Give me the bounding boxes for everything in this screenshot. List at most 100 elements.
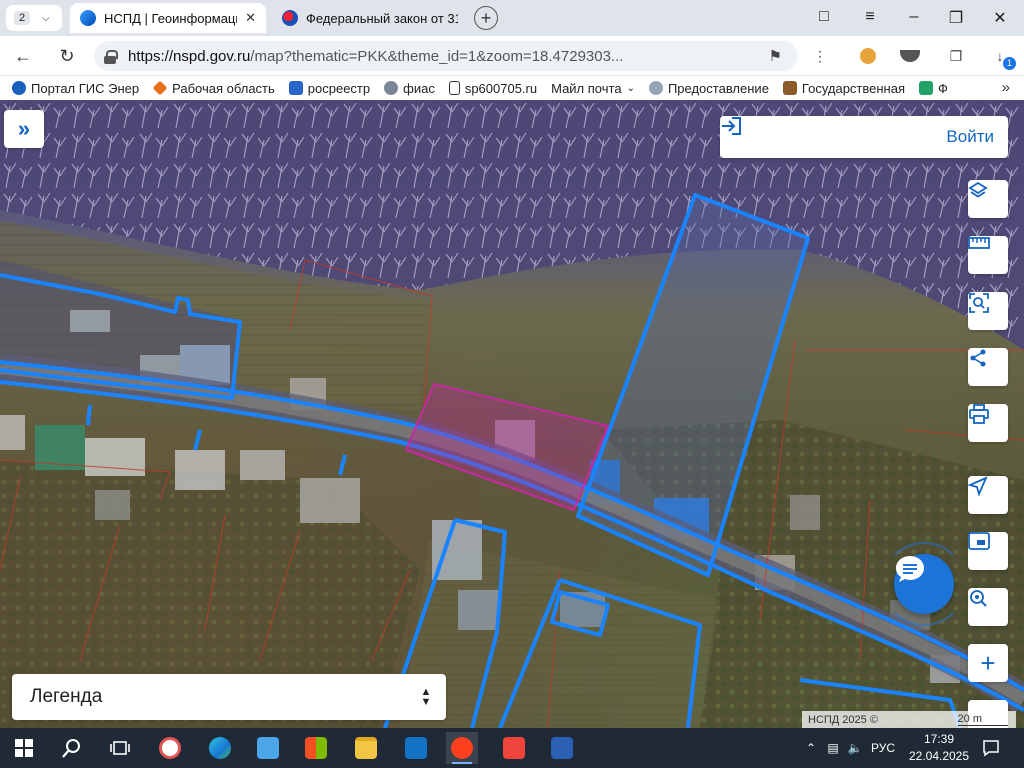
nspd-favicon-icon xyxy=(80,10,96,26)
bookmark-workspace[interactable]: Рабочая область xyxy=(153,81,275,96)
bookmark-mail-folder[interactable]: Майл почта ⌄ xyxy=(551,81,635,96)
ruler-button[interactable] xyxy=(968,236,1008,274)
bookmark-gosuslugi[interactable]: Предоставление xyxy=(648,81,769,96)
bookmark-f[interactable]: Ф xyxy=(919,81,948,96)
start-button[interactable] xyxy=(8,732,40,764)
tab-switcher-button[interactable]: 2 ⌵ xyxy=(6,5,62,31)
login-label: Войти xyxy=(946,127,994,146)
double-chevron-right-icon: » xyxy=(17,116,31,141)
building-icon xyxy=(782,81,797,95)
search-location-button[interactable] xyxy=(968,588,1008,626)
close-tab-icon[interactable]: ✕ xyxy=(245,10,256,26)
store-app[interactable] xyxy=(300,732,332,764)
fias-icon xyxy=(384,81,399,95)
notifications-button[interactable] xyxy=(982,728,1000,768)
chevron-down-icon: ⌄ xyxy=(626,82,635,94)
bookmark-fias[interactable]: фиас xyxy=(384,81,435,96)
downloads-badge: 1 xyxy=(1003,57,1016,70)
collections-icon[interactable]: ❐ xyxy=(944,44,968,68)
share-button[interactable] xyxy=(968,348,1008,386)
tab-nspd[interactable]: НСПД | Геоинформаци ✕ xyxy=(70,3,266,33)
tab-title: НСПД | Геоинформаци xyxy=(104,10,238,26)
network-icon[interactable]: ▤ xyxy=(822,741,844,755)
fit-screen-button[interactable] xyxy=(968,532,1008,570)
yandex-browser-app[interactable] xyxy=(446,732,478,764)
chevron-down-icon: ⌵ xyxy=(42,12,50,24)
windows-taskbar: ⌃ ▤ 🔈 РУС 17:39 22.04.2025 xyxy=(0,728,1024,768)
chevron-up-icon[interactable]: ⌃ xyxy=(800,741,822,755)
search-button[interactable] xyxy=(56,732,88,764)
anydesk-app[interactable] xyxy=(498,732,530,764)
volume-icon[interactable]: 🔈 xyxy=(844,741,866,755)
consultant-favicon-icon xyxy=(282,10,298,26)
bookmark-state-service[interactable]: Государственная xyxy=(782,81,905,96)
extension-pencil-icon[interactable] xyxy=(856,44,880,68)
map-canvas[interactable]: » Войти + Легенда ▲ ▼ НСПД 2025 © 20 m xyxy=(0,100,1024,728)
bookmark-icon[interactable]: ⚑ xyxy=(769,47,782,65)
new-tab-button[interactable]: + xyxy=(474,6,498,30)
plus-icon: + xyxy=(980,648,996,678)
bookmarks-bar: Портал ГИС Энер Рабочая область росреест… xyxy=(0,76,1024,100)
rosreestr-icon xyxy=(288,81,303,95)
scale-bar: 20 m xyxy=(957,713,1008,726)
more-vertical-icon[interactable]: ⋮ xyxy=(808,44,832,68)
menu-icon[interactable]: ≡ xyxy=(860,8,880,26)
ruler-icon xyxy=(968,237,990,249)
pocket-icon[interactable] xyxy=(898,44,922,68)
tab-count: 2 xyxy=(14,11,31,25)
file-explorer-app[interactable] xyxy=(350,732,382,764)
bookmark-gis-portal[interactable]: Портал ГИС Энер xyxy=(12,81,139,96)
geolocation-button[interactable] xyxy=(968,476,1008,514)
outlook-app[interactable] xyxy=(400,732,432,764)
outlook-icon xyxy=(405,737,427,759)
tab-title: Федеральный закон от 31 xyxy=(306,10,458,26)
notification-icon xyxy=(983,740,999,757)
expand-collapse-icon[interactable]: ▲ ▼ xyxy=(406,687,446,708)
url-field[interactable]: https://nspd.gov.ru/map?thematic=PKK&the… xyxy=(94,41,798,71)
clock-time: 17:39 xyxy=(923,732,955,746)
downloads-icon[interactable]: ↓ 1 xyxy=(988,44,1016,70)
url-text[interactable]: https://nspd.gov.ru/map?thematic=PKK&the… xyxy=(128,48,798,65)
word-app[interactable] xyxy=(546,732,578,764)
close-window-button[interactable]: ✕ xyxy=(990,8,1010,28)
task-view-icon xyxy=(110,741,130,755)
chat-button[interactable] xyxy=(894,554,954,614)
store-icon xyxy=(305,737,327,759)
login-button[interactable]: Войти xyxy=(720,116,1008,158)
task-view-button[interactable] xyxy=(104,732,136,764)
anydesk-icon xyxy=(503,737,525,759)
bookmark-rosreestr[interactable]: росреестр xyxy=(288,81,370,96)
address-bar: ← ↻ https://nspd.gov.ru/map?thematic=PKK… xyxy=(0,36,1024,76)
windows-logo-icon xyxy=(15,739,33,757)
map-attribution: НСПД 2025 © 20 m xyxy=(802,711,1016,728)
yandex-browser-icon xyxy=(451,737,473,759)
minimize-button[interactable]: – xyxy=(904,8,924,26)
more-bookmarks-icon[interactable]: » xyxy=(1002,79,1010,96)
zoom-in-button[interactable]: + xyxy=(968,644,1008,682)
globe-icon xyxy=(12,81,26,95)
tab-federal-law[interactable]: Федеральный закон от 31 xyxy=(272,3,468,33)
edge-app[interactable] xyxy=(204,732,236,764)
legend-panel[interactable]: Легенда ▲ ▼ xyxy=(12,674,446,720)
layers-button[interactable] xyxy=(968,180,1008,218)
select-area-button[interactable] xyxy=(968,292,1008,330)
chromium-app[interactable] xyxy=(154,732,186,764)
print-button[interactable] xyxy=(968,404,1008,442)
control-panel-icon xyxy=(257,737,279,759)
control-panel-app[interactable] xyxy=(252,732,284,764)
green-icon xyxy=(919,81,934,95)
back-arrow-icon[interactable]: ← xyxy=(12,45,34,67)
bookmark-sp600705[interactable]: sp600705.ru xyxy=(448,81,537,96)
print-icon xyxy=(969,404,989,424)
bookmark-manager-icon[interactable]: □ xyxy=(814,8,834,26)
clock-date: 22.04.2025 xyxy=(908,749,970,763)
browser-tab-bar: 2 ⌵ НСПД | Геоинформаци ✕ Федеральный за… xyxy=(0,0,1024,36)
layers-icon xyxy=(968,181,988,198)
expand-panel-button[interactable]: » xyxy=(4,110,44,148)
language-indicator[interactable]: РУС xyxy=(866,741,900,755)
clock[interactable]: 17:39 22.04.2025 xyxy=(904,731,974,765)
login-arrow-icon xyxy=(722,117,741,135)
edge-icon xyxy=(209,737,231,759)
restore-button[interactable]: ❐ xyxy=(946,8,966,28)
reload-icon[interactable]: ↻ xyxy=(56,45,78,67)
